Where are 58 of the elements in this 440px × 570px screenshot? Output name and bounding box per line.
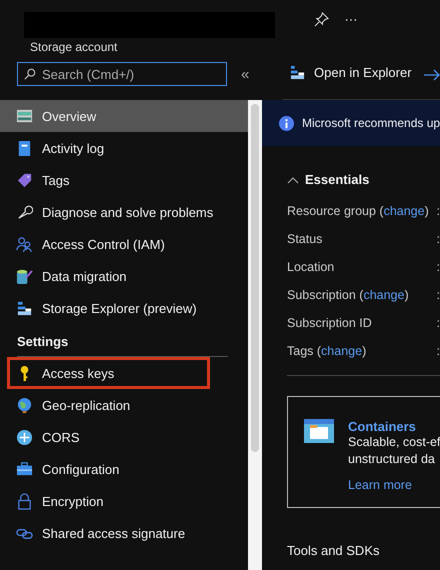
nav-item[interactable]: Access keys (7, 357, 210, 389)
collapse-button[interactable]: « (241, 62, 250, 86)
property-label: Resource group (change) (287, 204, 430, 218)
nav-item[interactable]: Configuration (0, 453, 248, 485)
separator: : (436, 344, 440, 358)
separator: : (436, 204, 440, 218)
section-heading: Settings (16, 333, 70, 351)
people-icon (16, 236, 33, 252)
nav-item[interactable]: Access Control (IAM) (0, 228, 248, 260)
essentials-toggle[interactable]: Essentials (287, 172, 370, 187)
separator: : (436, 288, 440, 302)
search-icon (24, 68, 36, 80)
pin-icon[interactable] (314, 12, 329, 27)
property-label: Subscription ID (287, 316, 373, 330)
grid-icon (16, 300, 33, 316)
storage-icon (16, 108, 33, 124)
change-link[interactable]: change (321, 344, 362, 358)
nav-item[interactable]: Data migration (0, 260, 248, 292)
nav-item[interactable]: Shared access signature (0, 517, 248, 549)
info-icon (279, 116, 294, 130)
nav-item[interactable]: Diagnose and solve problems (0, 196, 248, 228)
tag-icon (16, 172, 33, 188)
more-icon[interactable] (345, 18, 357, 22)
card-description: unstructured da (348, 451, 436, 468)
nav-item[interactable]: Activity log (0, 132, 248, 164)
property-label: Tags (change) (287, 344, 368, 358)
property-label: Subscription (change) (287, 288, 410, 302)
nav-item[interactable]: Encryption (0, 485, 248, 517)
section-heading: Tools and SDKs (287, 543, 380, 558)
grid-icon (290, 65, 305, 80)
bucket-icon (16, 268, 33, 284)
property-label: Status (287, 232, 324, 246)
resource-type-label: Storage account (30, 40, 118, 54)
separator: : (436, 232, 440, 246)
lock-icon (16, 492, 33, 510)
learn-more-link[interactable]: Learn more (348, 478, 440, 492)
card-description: Scalable, cost-ef (348, 434, 440, 451)
arrow-icon[interactable] (424, 69, 440, 81)
banner-text: Microsoft recommends up (302, 116, 440, 130)
property-label: Location (287, 260, 336, 274)
separator: : (436, 260, 440, 274)
chevron-icon (287, 176, 299, 184)
nav-item[interactable]: Geo-replication (0, 389, 248, 421)
nav-item[interactable]: Tags (0, 164, 248, 196)
search-field[interactable]: Search (Cmd+/) (17, 62, 227, 86)
nav-item[interactable]: Storage Explorer (preview) (0, 292, 248, 324)
wrench-icon (16, 204, 33, 220)
nav-item[interactable]: Overview (0, 100, 248, 132)
toolbox-icon (16, 460, 33, 478)
separator: : (436, 316, 440, 330)
document-icon (16, 140, 33, 156)
open-in-explorer-button[interactable]: Open in Explorer (282, 62, 412, 80)
scrollbar-thumb[interactable] (251, 104, 259, 452)
change-link[interactable]: change (363, 288, 404, 302)
card-title: Containers (348, 419, 417, 434)
nav-item[interactable]: CORS (0, 421, 248, 453)
container-icon (304, 419, 334, 443)
change-link[interactable]: change (384, 204, 425, 218)
